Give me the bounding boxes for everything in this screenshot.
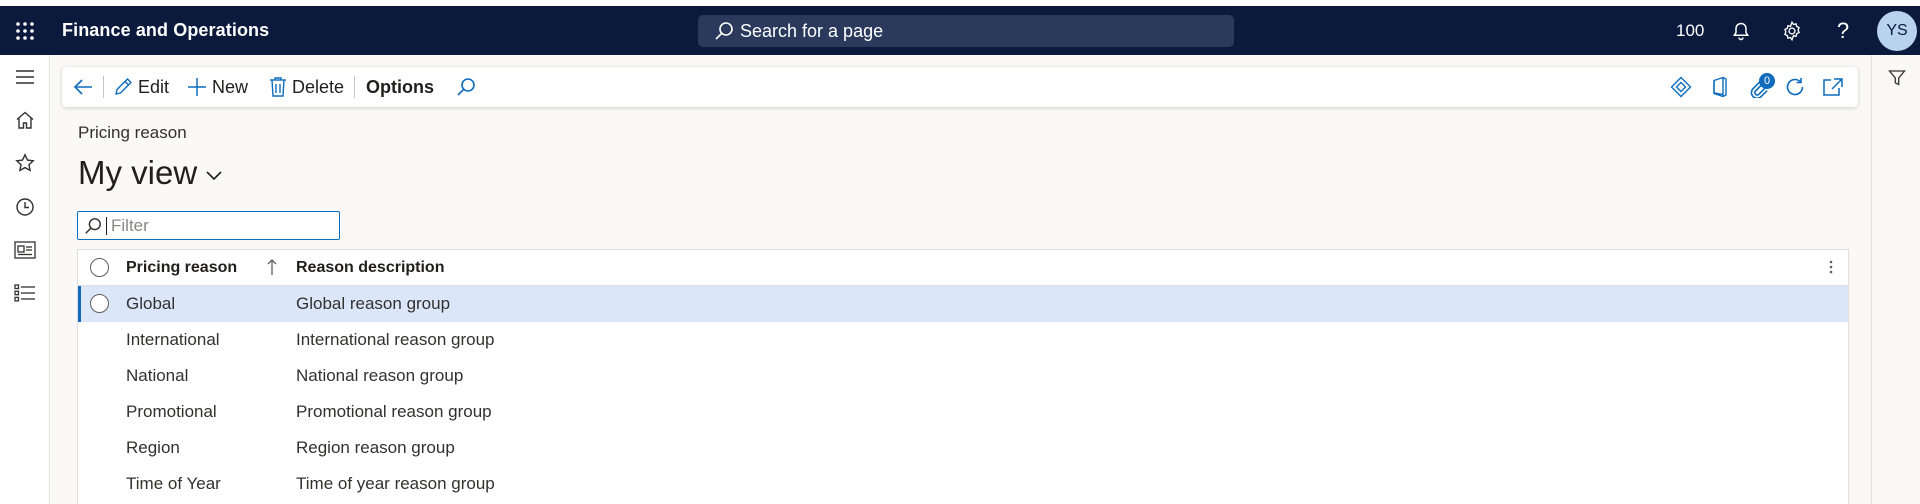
- gear-icon[interactable]: [1775, 6, 1809, 55]
- table-row[interactable]: Global Global reason group: [78, 286, 1848, 322]
- separator: [103, 76, 104, 98]
- office-icon[interactable]: [1705, 67, 1735, 107]
- sort-ascending-icon[interactable]: [266, 258, 278, 276]
- list-icon[interactable]: [10, 278, 40, 308]
- table-row[interactable]: International International reason group: [78, 322, 1848, 358]
- cell-pricing-reason[interactable]: National: [126, 358, 188, 394]
- column-header-pricing-reason[interactable]: Pricing reason: [126, 259, 237, 277]
- filter-input[interactable]: [111, 215, 331, 236]
- refresh-icon[interactable]: [1780, 67, 1810, 107]
- table-row[interactable]: Promotional Promotional reason group: [78, 394, 1848, 430]
- cell-reason-description[interactable]: Region reason group: [296, 430, 455, 466]
- user-avatar[interactable]: YS: [1877, 11, 1917, 51]
- cell-pricing-reason[interactable]: International: [126, 322, 220, 358]
- cell-reason-description[interactable]: Time of year reason group: [296, 466, 495, 502]
- table-row[interactable]: Time of Year Time of year reason group: [78, 466, 1848, 502]
- row-select-radio[interactable]: [90, 294, 109, 313]
- hamburger-icon[interactable]: [10, 62, 40, 92]
- grid-header: Pricing reason Reason description: [78, 250, 1848, 286]
- cell-reason-description[interactable]: Promotional reason group: [296, 394, 492, 430]
- home-icon[interactable]: [10, 105, 40, 135]
- search-icon: [456, 77, 476, 97]
- cell-reason-description[interactable]: National reason group: [296, 358, 463, 394]
- filter-icon[interactable]: [1886, 67, 1908, 89]
- plus-icon: [186, 76, 208, 98]
- new-button[interactable]: New: [186, 67, 248, 107]
- edit-button[interactable]: Edit: [112, 67, 169, 107]
- bell-icon[interactable]: [1724, 6, 1758, 55]
- chevron-down-icon: [205, 170, 223, 182]
- search-icon: [714, 21, 734, 41]
- cell-pricing-reason[interactable]: Global: [126, 286, 175, 322]
- delete-label: Delete: [292, 76, 345, 97]
- page-caption: Pricing reason: [78, 123, 187, 142]
- clock-icon[interactable]: [10, 192, 40, 222]
- action-pane: Edit New Delete Options: [62, 67, 1858, 107]
- separator: [354, 76, 355, 98]
- top-bar: Finance and Operations Search for a page…: [0, 6, 1920, 55]
- new-label: New: [212, 76, 249, 97]
- cell-reason-description[interactable]: International reason group: [296, 322, 494, 358]
- cell-reason-description[interactable]: Global reason group: [296, 286, 450, 322]
- cell-pricing-reason[interactable]: Promotional: [126, 394, 217, 430]
- power-apps-icon[interactable]: [1666, 67, 1696, 107]
- left-nav: [0, 55, 50, 504]
- company-picker[interactable]: 100: [1676, 6, 1704, 55]
- trash-icon: [268, 76, 288, 98]
- cell-pricing-reason[interactable]: Region: [126, 430, 180, 466]
- app-title[interactable]: Finance and Operations: [62, 6, 269, 55]
- action-search-button[interactable]: [456, 67, 476, 107]
- search-placeholder: Search for a page: [740, 20, 884, 41]
- waffle-icon[interactable]: [10, 6, 40, 55]
- search-icon: [84, 217, 102, 235]
- cell-pricing-reason[interactable]: Time of Year: [126, 466, 221, 502]
- select-all-radio[interactable]: [90, 258, 109, 277]
- table-row[interactable]: National National reason group: [78, 358, 1848, 394]
- quick-filter[interactable]: [77, 211, 340, 240]
- workspace-icon[interactable]: [10, 235, 40, 265]
- table-row[interactable]: Region Region reason group: [78, 430, 1848, 466]
- column-header-reason-description[interactable]: Reason description: [296, 259, 444, 277]
- open-new-window-icon[interactable]: [1818, 67, 1848, 107]
- more-options-icon[interactable]: [1828, 258, 1834, 276]
- help-icon[interactable]: ?: [1826, 6, 1860, 55]
- options-tab[interactable]: Options: [366, 67, 434, 107]
- view-selector[interactable]: My view: [78, 154, 223, 192]
- text-cursor: [106, 216, 107, 235]
- back-button[interactable]: [72, 67, 94, 107]
- right-pane: [1871, 55, 1920, 504]
- view-name: My view: [78, 154, 198, 191]
- attachment-count-badge: 0: [1759, 73, 1775, 89]
- star-icon[interactable]: [10, 148, 40, 178]
- pricing-reason-grid: Pricing reason Reason description Global…: [77, 249, 1849, 504]
- edit-label: Edit: [138, 76, 170, 97]
- pencil-icon: [112, 76, 134, 98]
- delete-button[interactable]: Delete: [268, 67, 344, 107]
- page-search-box[interactable]: Search for a page: [698, 15, 1234, 47]
